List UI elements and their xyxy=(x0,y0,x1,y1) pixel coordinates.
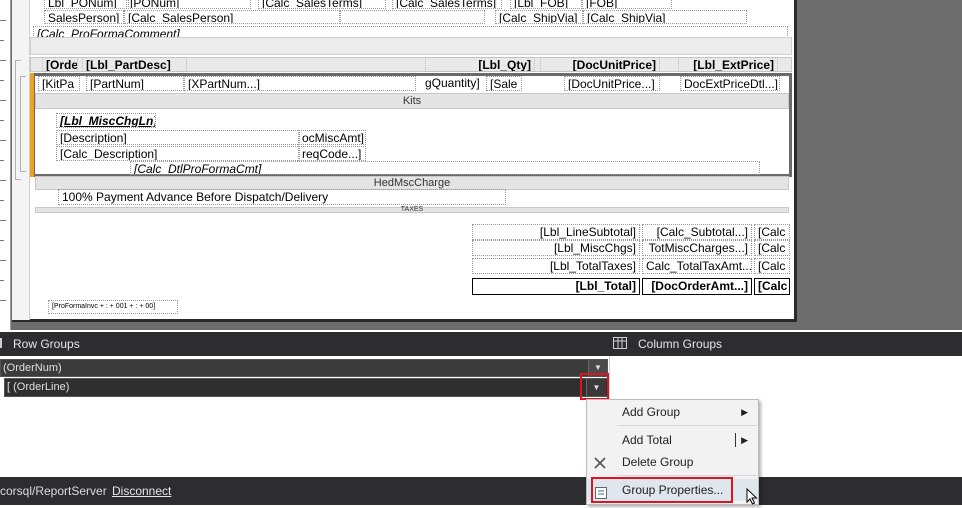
misc-amt-cell[interactable]: ocMiscAmt] xyxy=(298,130,366,145)
report-body: Lbl_PONum] [PONum] [Calc_SalesTerms] [Ca… xyxy=(30,0,792,316)
header-partdesc[interactable]: [Lbl_PartDesc] xyxy=(82,57,187,72)
dropdown-highlight-box xyxy=(580,373,609,400)
menu-separator xyxy=(617,425,757,426)
doc-order-amt-cell[interactable]: [DocOrderAmt...] xyxy=(642,278,752,295)
miscchgs-extra-cell[interactable]: [Calc xyxy=(754,240,790,256)
calc-salesperson-cell[interactable]: [Calc_SalesPerson] xyxy=(124,10,340,24)
misc-charge-label[interactable]: [Lbl_MiscChgLn] xyxy=(56,113,156,128)
status-bar: corsql/ReportServer Disconnect xyxy=(0,477,962,505)
column-groups-icon xyxy=(613,337,627,349)
menu-item-add-total[interactable]: Add Total ▶ xyxy=(587,429,758,451)
calc-subtotal-cell[interactable]: [Calc_Subtotal...] xyxy=(642,224,752,240)
detail-docextprice[interactable]: DocExtPriceDtl...] xyxy=(680,76,780,91)
submenu-arrow-icon: ▶ xyxy=(741,435,748,445)
detail-xpartnum[interactable]: [XPartNum...] xyxy=(184,76,416,91)
payment-note-cell[interactable]: 100% Payment Advance Before Dispatch/Del… xyxy=(58,189,506,205)
salesperson-label-cell[interactable]: SalesPerson] xyxy=(44,10,124,24)
calc-salesterms-cell[interactable]: [Calc_SalesTerms] xyxy=(258,0,386,9)
header-qty[interactable]: [Lbl_Qty] xyxy=(425,57,535,72)
submenu-arrow-icon: ▶ xyxy=(741,407,748,417)
detail-kitpart[interactable]: [KitPa xyxy=(38,76,80,91)
kits-band[interactable]: Kits xyxy=(35,93,789,109)
detail-quantity[interactable]: gQuantity] xyxy=(422,76,486,91)
lbl-fob-cell[interactable]: [Lbl_FOB] xyxy=(510,0,582,9)
menu-item-delete-group[interactable]: Delete Group xyxy=(587,451,758,473)
header-extprice[interactable]: [Lbl_ExtPrice] xyxy=(678,57,778,72)
menu-item-add-total-label: Add Total xyxy=(622,433,672,447)
selection-bar xyxy=(30,73,34,177)
calc-shipvia-cell-2[interactable]: [Calc_ShipVia] xyxy=(583,10,747,24)
mouse-cursor-icon xyxy=(746,487,760,505)
row-group-orderline-label: [ (OrderLine) xyxy=(7,381,70,393)
totaltaxes-extra-cell[interactable]: [Calc xyxy=(754,258,790,274)
fob-cell[interactable]: [FOB] xyxy=(582,0,672,9)
disconnect-link[interactable]: Disconnect xyxy=(112,484,171,498)
header-orderline[interactable]: [Orde xyxy=(42,57,78,72)
row-group-ordernum-label: (OrderNum) xyxy=(3,362,62,374)
grouping-panel-header: Row Groups Column Groups xyxy=(0,332,962,356)
row-group-orderline[interactable]: [ (OrderLine) xyxy=(4,378,608,397)
tot-misc-charges-cell[interactable]: TotMiscCharges...] xyxy=(642,240,752,256)
group-context-menu: Add Group ▶ Add Total ▶ Delete Group Gro… xyxy=(586,399,759,505)
total-extra-cell[interactable]: [Calc xyxy=(754,278,790,295)
calc-salesterms-cell-2[interactable]: [Calc_SalesTerms] xyxy=(392,0,502,9)
detail-partnum[interactable]: [PartNum] xyxy=(86,76,184,91)
detail-docunitprice[interactable]: [DocUnitPrice...] xyxy=(564,76,660,91)
group-properties-highlight-box xyxy=(591,477,733,503)
ponum-cell[interactable]: [PONum] xyxy=(126,0,251,9)
page-footer-cell[interactable]: [ProFormaInvc + : + 001 + : + 00] xyxy=(48,300,178,314)
req-code-cell[interactable]: reqCode...] xyxy=(298,146,366,161)
column-groups-title: Column Groups xyxy=(638,337,723,351)
row-groups-title: Row Groups xyxy=(13,337,80,351)
blank-cell xyxy=(340,10,485,24)
detail-sale[interactable]: [Sale xyxy=(486,76,522,91)
lbl-miscchgs-cell[interactable]: [Lbl_MiscChgs] xyxy=(472,240,640,256)
header-docunitprice[interactable]: [DocUnitPrice] xyxy=(540,57,660,72)
vertical-ruler xyxy=(0,0,11,330)
grouping-panel-body: (OrderNum) ▼ [ (OrderLine) ▼ xyxy=(0,356,962,477)
lbl-totaltaxes-cell[interactable]: [Lbl_TotalTaxes] xyxy=(472,258,640,274)
calc-shipvia-cell[interactable]: [Calc_ShipVia] xyxy=(495,10,583,24)
calc-totaltaxamt-cell[interactable]: Calc_TotalTaxAmt...] xyxy=(642,258,752,274)
lbl-total-cell[interactable]: [Lbl_Total] xyxy=(472,278,640,295)
group-header-band xyxy=(30,37,792,55)
close-icon xyxy=(593,455,607,469)
group-bracket-inner xyxy=(20,76,26,172)
row-groups-pane: (OrderNum) ▼ [ (OrderLine) ▼ xyxy=(0,356,610,477)
menu-item-add-group[interactable]: Add Group ▶ xyxy=(587,401,758,423)
menu-separator xyxy=(617,475,757,476)
lbl-linesubtotal-cell[interactable]: [Lbl_LineSubtotal] xyxy=(472,224,640,240)
description-label-cell[interactable]: [Description] xyxy=(56,130,300,145)
split-divider xyxy=(735,433,736,447)
lbl-ponum-cell[interactable]: Lbl_PONum] xyxy=(44,0,129,9)
subtotal-extra-cell[interactable]: [Calc xyxy=(754,224,790,240)
server-path: corsql/ReportServer xyxy=(0,484,107,498)
menu-item-add-group-label: Add Group xyxy=(622,405,681,419)
row-group-ordernum[interactable]: (OrderNum) xyxy=(0,359,608,377)
calc-description-cell[interactable]: [Calc_Description] xyxy=(56,146,300,161)
menu-item-delete-group-label: Delete Group xyxy=(622,455,694,469)
row-groups-icon xyxy=(0,338,6,348)
hed-misc-charge-band[interactable]: HedMscCharge xyxy=(35,176,789,190)
taxes-band[interactable]: TAXES xyxy=(35,206,789,213)
dtl-proforma-comment-cell[interactable]: [Calc_DtlProFormaCmt] xyxy=(130,161,760,175)
